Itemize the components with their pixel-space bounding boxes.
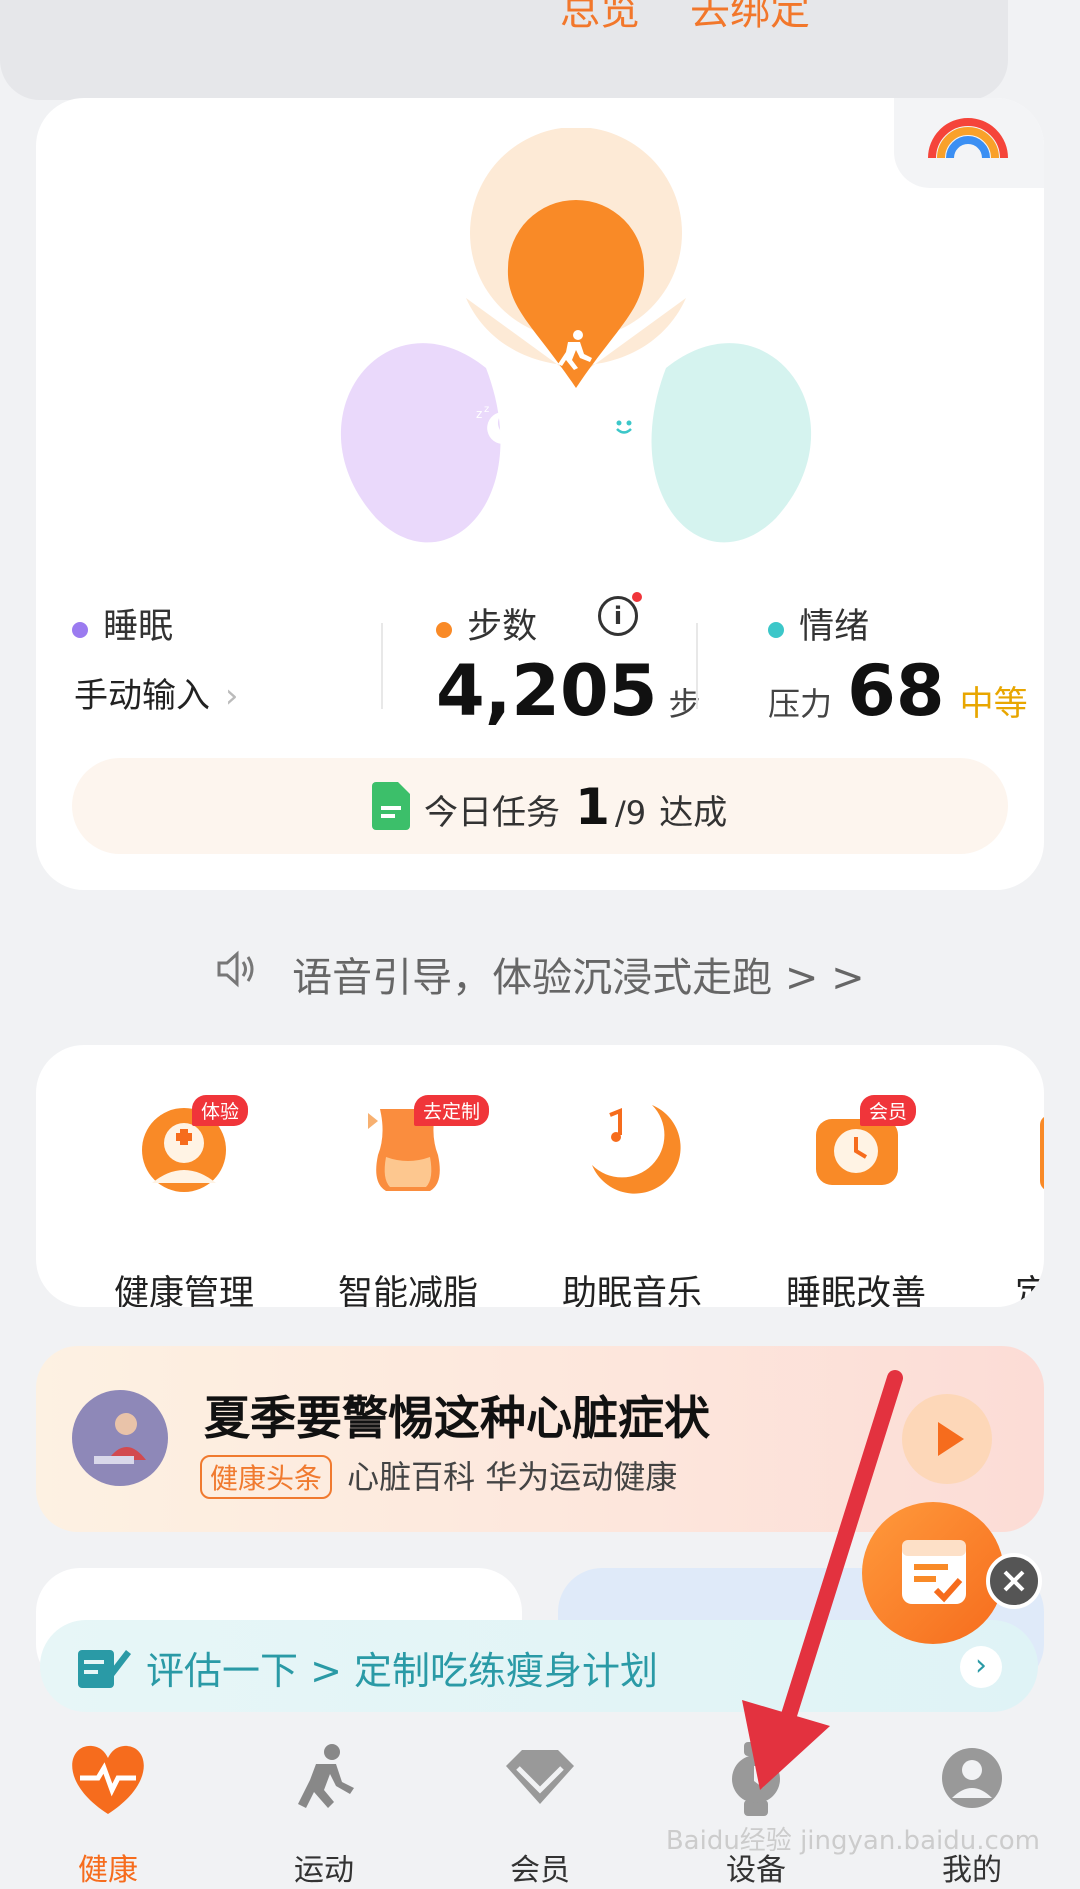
corner-tab[interactable] — [894, 98, 1044, 188]
watch-icon — [732, 1742, 780, 1816]
news-meta: 健康头条 心脏百科 华为运动健康 — [200, 1452, 677, 1499]
voice-guide-text: 语音引导，体验沉浸式走跑 > > — [292, 955, 865, 1001]
news-title: 夏季要警惕这种心脏症状 — [204, 1391, 710, 1445]
divider — [696, 623, 698, 709]
nav-label: 健康 — [78, 1853, 138, 1888]
diamond-icon — [506, 1750, 574, 1804]
sleep-petal — [340, 343, 501, 543]
nav-tab-profile[interactable]: 我的 — [882, 1742, 1062, 1888]
watermark: Baidu经验 jingyan.baidu.com — [665, 1826, 1040, 1856]
moon-music-icon — [592, 1105, 681, 1194]
health-rings-card[interactable]: z z 睡眠 手动输入 › 步数 i 4,205 步 情绪 压力 68 中等 今… — [36, 98, 1044, 890]
stress-level: 中等 — [959, 684, 1028, 724]
sleep-manual-input[interactable]: 手动输入 › — [74, 668, 238, 717]
voice-guide-banner[interactable]: 语音引导，体验沉浸式走跑 > > — [0, 945, 1080, 1003]
stress-label: 压力 — [768, 685, 833, 723]
sleep-dot — [72, 622, 88, 638]
avatar-icon — [942, 1748, 1002, 1808]
steps-stat[interactable]: 步数 i — [436, 592, 642, 649]
service-name: 定制 — [1014, 1274, 1044, 1307]
service-smart-fat-loss[interactable]: 去定制 智能减脂 — [308, 1095, 508, 1307]
bind-device-link[interactable]: 去绑定 — [690, 0, 810, 36]
speaker-icon — [215, 949, 259, 999]
service-name: 睡眠改善 — [785, 1274, 926, 1307]
bottom-navigation: 健康 运动 会员 设备 我的 — [0, 1712, 1080, 1888]
heart-pulse-icon — [72, 1745, 144, 1814]
notification-dot — [632, 592, 642, 602]
service-name: 智能减脂 — [337, 1274, 478, 1307]
mood-value-row: 压力 68 中等 — [768, 650, 1028, 732]
mood-dot — [768, 622, 784, 638]
nav-label: 会员 — [510, 1853, 570, 1888]
task-label: 今日任务 — [424, 793, 560, 833]
close-icon[interactable] — [986, 1553, 1042, 1609]
svg-text:z: z — [484, 404, 489, 415]
play-icon — [938, 1422, 964, 1456]
steps-dot — [436, 622, 452, 638]
task-done: 1 — [575, 778, 610, 836]
checklist-icon — [902, 1540, 966, 1604]
news-thumbnail — [72, 1390, 168, 1486]
sleep-title: 睡眠 — [103, 607, 174, 647]
service-name: 助眠音乐 — [561, 1274, 702, 1307]
nav-tab-devices[interactable]: 设备 — [666, 1742, 846, 1888]
edit-note-icon — [78, 1650, 131, 1688]
nav-tab-exercise[interactable]: 运动 — [234, 1742, 414, 1888]
steps-value-row: 4,205 步 — [436, 650, 701, 732]
service-health-management[interactable]: 体验 健康管理 — [84, 1095, 284, 1307]
nav-tab-health[interactable]: 健康 — [18, 1742, 198, 1888]
steps-title: 步数 — [467, 607, 538, 647]
stress-value: 68 — [847, 650, 945, 732]
plan-icon — [1040, 1117, 1044, 1189]
services-card: 体验 健康管理 去定制 智能减脂 助眠音乐 会员 睡眠改善 定 — [36, 1045, 1044, 1307]
news-tag: 健康头条 — [200, 1455, 333, 1499]
runner-icon — [298, 1744, 354, 1808]
info-icon[interactable]: i — [598, 596, 638, 636]
service-badge: 去定制 — [414, 1095, 490, 1126]
activity-rings[interactable]: z z — [336, 128, 816, 568]
service-sleep-music[interactable]: 助眠音乐 — [532, 1095, 732, 1307]
daily-task-bar[interactable]: 今日任务 1 /9 达成 — [72, 758, 1008, 854]
plan-bar-text: 评估一下 > 定制吃练瘦身计划 — [146, 1649, 658, 1693]
service-badge: 会员 — [860, 1095, 917, 1126]
divider — [381, 623, 383, 709]
news-source: 心脏百科 华为运动健康 — [347, 1458, 678, 1496]
mood-petal — [651, 343, 812, 543]
task-suffix: 达成 — [659, 793, 728, 833]
service-sleep-improvement[interactable]: 会员 睡眠改善 — [756, 1095, 956, 1307]
rainbow-icon — [928, 118, 1008, 159]
service-name: 健康管理 — [113, 1274, 254, 1307]
top-summary-card: 总览 去绑定 — [0, 0, 1008, 100]
mood-title: 情绪 — [799, 607, 870, 647]
steps-progress — [507, 200, 645, 388]
sleep-stat[interactable]: 睡眠 — [72, 598, 173, 649]
document-icon — [372, 782, 410, 830]
chevron-right-icon: › — [224, 676, 239, 716]
pillow-clock-icon — [816, 1119, 898, 1185]
nav-label: 运动 — [294, 1853, 354, 1888]
task-text: 今日任务 1 /9 达成 — [424, 778, 727, 836]
task-total: /9 — [614, 794, 647, 832]
play-button[interactable] — [902, 1394, 992, 1484]
doctor-icon — [142, 1108, 226, 1192]
chevron-right-icon[interactable]: › — [960, 1646, 1002, 1688]
smile-icon — [608, 410, 640, 442]
service-custom-plan[interactable]: 定制 — [980, 1095, 1044, 1307]
steps-value: 4,205 — [436, 650, 658, 732]
nav-tab-membership[interactable]: 会员 — [450, 1742, 630, 1888]
floating-task-button[interactable] — [862, 1502, 1004, 1644]
sleep-value: 手动输入 — [74, 676, 210, 716]
service-badge: 体验 — [192, 1095, 249, 1126]
svg-text:z: z — [476, 407, 482, 421]
mood-stat[interactable]: 情绪 — [768, 598, 869, 649]
summary-link[interactable]: 总览 — [560, 0, 640, 36]
